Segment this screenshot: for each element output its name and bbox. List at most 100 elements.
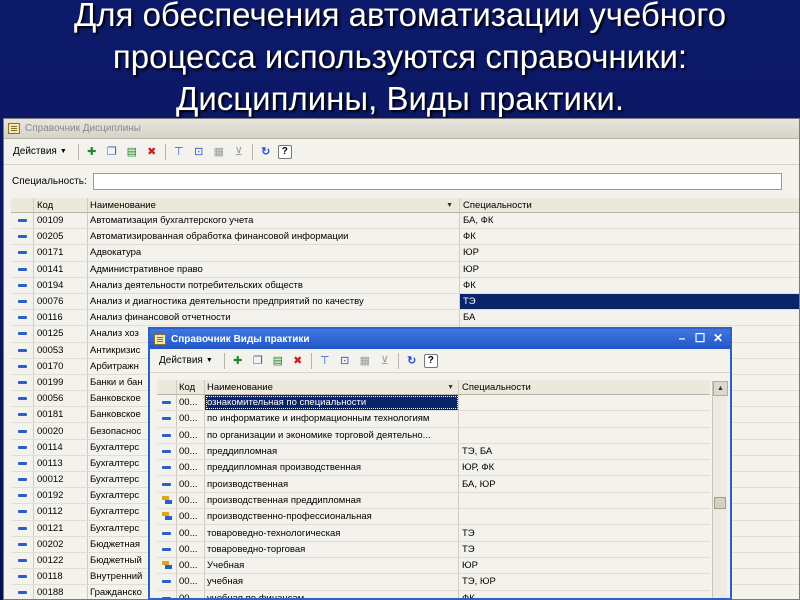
table-row[interactable]: 00... по информатике и информационным тех… — [157, 411, 710, 428]
title-line-3: Дисциплины, Виды практики. — [175, 80, 624, 117]
scroll-up-icon[interactable]: ▲ — [713, 381, 728, 396]
name-cell: Анализ деятельности потребительских обще… — [88, 277, 460, 293]
code-column-header[interactable]: Код — [177, 380, 205, 394]
name-column-header[interactable]: Наименование ▼ — [88, 198, 460, 212]
row-marker — [11, 423, 34, 439]
clear-filter-icon[interactable]: ⊻ — [377, 353, 393, 369]
name-column-header[interactable]: Наименование ▼ — [205, 380, 459, 394]
filter-icon[interactable]: ⊤ — [317, 353, 333, 369]
table-row[interactable]: 00... преддипломная ТЭ, БА — [157, 443, 710, 461]
element-icon — [17, 219, 27, 223]
filter-icon[interactable]: ⊤ — [171, 144, 187, 160]
marker-column-header — [157, 380, 177, 394]
spec-cell — [459, 493, 710, 508]
code-column-header[interactable]: Код — [34, 198, 88, 212]
code-cell: 00205 — [34, 229, 88, 245]
help-icon[interactable]: ? — [423, 353, 438, 368]
spec-cell: ЮР, ФК — [462, 462, 495, 474]
table-row[interactable]: 00116 Анализ финансовой отчетности БА — [11, 310, 799, 327]
table-header: Код Наименование ▼ Специальности — [157, 380, 710, 395]
refresh-icon[interactable]: ↻ — [258, 144, 274, 160]
vertical-scrollbar[interactable]: ▲ — [712, 381, 728, 598]
clear-filter-icon[interactable]: ⊻ — [231, 144, 247, 160]
delete-icon[interactable]: ✖ — [290, 353, 306, 369]
window-controls: – ☐ ✕ — [672, 332, 726, 346]
table-row[interactable]: 00... ознакомительная по специальности — [157, 395, 710, 412]
row-marker — [11, 229, 34, 245]
element-icon — [17, 235, 27, 239]
table-row[interactable]: 00171 Адвокатура ЮР — [11, 245, 799, 262]
table-row[interactable]: 00141 Административное право ЮР — [11, 261, 799, 278]
table-row[interactable]: 00194 Анализ деятельности потребительских… — [11, 277, 799, 294]
name-cell: Автоматизация бухгалтерского учета — [88, 213, 460, 229]
close-icon[interactable]: ✕ — [710, 332, 726, 346]
code-cell: 00116 — [34, 310, 88, 326]
code-cell: 00171 — [34, 245, 88, 261]
row-marker — [11, 374, 34, 391]
specialty-filter-label: Специальность: — [12, 175, 87, 187]
element-icon — [17, 316, 27, 320]
list-mode-icon[interactable]: ▦ — [357, 353, 373, 369]
filter-set-icon[interactable]: ⊡ — [191, 144, 207, 160]
name-cell: товароведно-технологическая — [205, 525, 459, 541]
name-cell: Учебная — [205, 557, 459, 574]
actions-menu-button[interactable]: Действия ▼ — [9, 144, 71, 159]
delete-icon[interactable]: ✖ — [144, 144, 160, 160]
add-group-icon[interactable]: ▤ — [124, 144, 140, 160]
table-row[interactable]: 00... товароведно-технологическая ТЭ — [157, 525, 710, 542]
row-marker — [11, 213, 34, 229]
practice-toolbar: Действия ▼ ✚ ❐ ▤ ✖ ⊤ ⊡ ▦ ⊻ ↻ ? — [150, 349, 730, 373]
window-title: Справочник Виды практики — [171, 333, 310, 345]
copy-icon[interactable]: ❐ — [250, 353, 266, 369]
add-group-icon[interactable]: ▤ — [270, 353, 286, 369]
maximize-icon[interactable]: ☐ — [692, 332, 708, 346]
element-icon — [162, 482, 171, 486]
actions-menu-button[interactable]: Действия ▼ — [155, 353, 217, 368]
name-cell: преддипломная производственная — [205, 460, 459, 476]
table-row[interactable]: 00076 Анализ и диагностика деятельности п… — [11, 293, 799, 311]
table-row[interactable]: 00... производственная БА, ЮР — [157, 476, 710, 493]
add-icon[interactable]: ✚ — [230, 353, 246, 369]
refresh-icon[interactable]: ↻ — [404, 353, 420, 369]
code-cell: 00199 — [34, 374, 88, 391]
practice-titlebar[interactable]: Справочник Виды практики – ☐ ✕ — [150, 329, 730, 349]
copy-icon[interactable]: ❐ — [104, 144, 120, 160]
specialty-filter-input[interactable] — [92, 172, 782, 190]
spec-column-header[interactable]: Специальности — [459, 380, 710, 394]
table-row[interactable]: 00... учебная по финансам ФК — [157, 590, 710, 598]
toolbar-separator — [223, 352, 225, 369]
table-row[interactable]: 00109 Автоматизация бухгалтерского учета Б… — [11, 213, 799, 230]
row-marker — [11, 488, 34, 504]
name-cell: по организации и экономике торговой деят… — [205, 427, 459, 443]
help-icon[interactable]: ? — [277, 144, 292, 159]
row-marker — [11, 391, 34, 407]
table-row[interactable]: 00... производственная преддипломная — [157, 492, 710, 510]
table-row[interactable]: 00... товароведно-торговая ТЭ — [157, 541, 710, 558]
table-row[interactable]: 00... Учебная ЮР — [157, 557, 710, 575]
filter-set-icon[interactable]: ⊡ — [337, 353, 353, 369]
spec-column-header[interactable]: Специальности — [460, 198, 799, 212]
add-icon[interactable]: ✚ — [84, 144, 100, 160]
table-row[interactable]: 00... производственно-профессиональная — [157, 509, 710, 526]
element-icon — [17, 267, 27, 271]
table-row[interactable]: 00... преддипломная производственная ЮР, Ф… — [157, 460, 710, 477]
table-row[interactable]: 00205 Автоматизированная обработка финанс… — [11, 229, 799, 246]
spec-cell: ТЭ — [460, 293, 799, 310]
element-icon — [17, 445, 27, 449]
table-row[interactable]: 00... по организации и экономике торговой… — [157, 427, 710, 444]
scroll-thumb[interactable] — [714, 497, 726, 509]
table-row[interactable]: 00... учебная ТЭ, ЮР — [157, 574, 710, 591]
list-mode-icon[interactable]: ▦ — [211, 144, 227, 160]
code-cell: 00122 — [34, 552, 88, 569]
code-cell: 00... — [177, 443, 205, 460]
code-cell: 00181 — [34, 407, 88, 423]
spec-cell: ЮР — [463, 263, 479, 275]
title-line-1: Для обеспечения автоматизации учебного — [73, 0, 727, 33]
minimize-icon[interactable]: – — [674, 332, 690, 346]
disciplines-titlebar[interactable]: Справочник Дисциплины — [4, 119, 799, 139]
code-cell: 00112 — [34, 504, 88, 520]
code-cell: 00053 — [34, 342, 88, 358]
row-marker — [157, 492, 177, 509]
element-icon — [17, 380, 27, 384]
name-cell: производственная преддипломная — [205, 492, 459, 509]
